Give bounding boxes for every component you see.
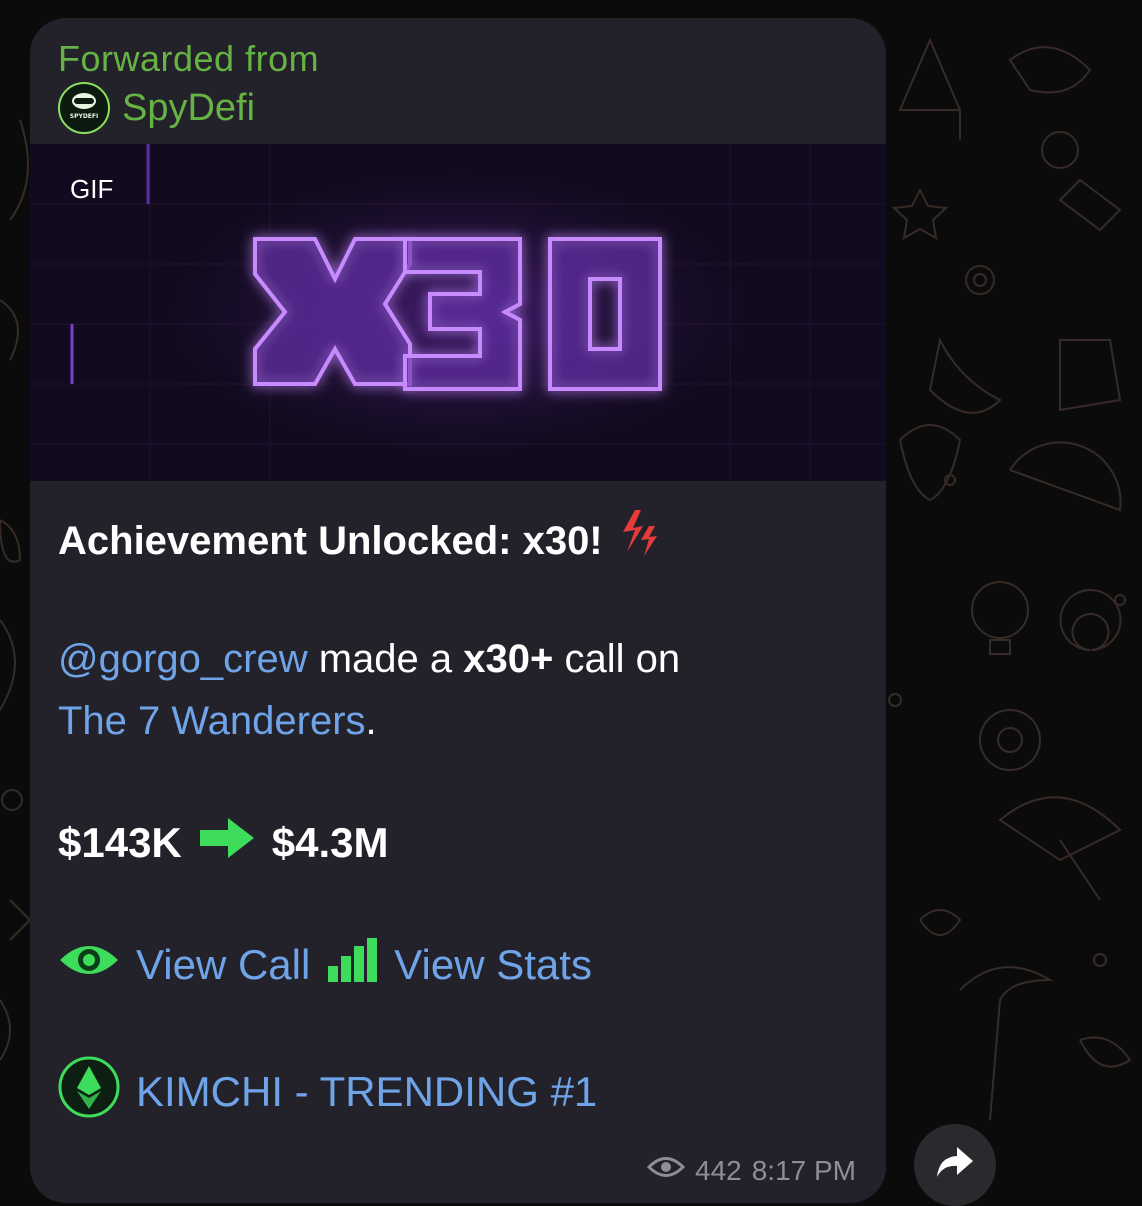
green-arrow-right-icon: [198, 814, 256, 872]
price-to: $4.3M: [271, 819, 389, 866]
headline-text: Achievement Unlocked: x30!: [58, 519, 603, 563]
source-avatar[interactable]: SPYDEFI: [58, 82, 110, 134]
forwarded-label: Forwarded from: [58, 38, 320, 79]
share-arrow-icon: [935, 1145, 975, 1186]
message-bubble[interactable]: Forwarded from SPYDEFI SpyDefi GIF Achie…: [30, 18, 886, 1203]
source-avatar-text: SPYDEFI: [69, 113, 99, 120]
price-from: $143K: [58, 819, 182, 866]
token-period: .: [365, 699, 377, 743]
bar-chart-icon: [326, 936, 378, 994]
view-stats-link[interactable]: View Stats: [326, 936, 592, 994]
view-call-link[interactable]: View Call: [58, 940, 310, 990]
message-meta: 442 8:17 PM: [646, 1154, 856, 1187]
mention-link[interactable]: @gorgo_crew: [58, 637, 308, 681]
headline: Achievement Unlocked: x30!: [58, 508, 858, 574]
share-button[interactable]: [914, 1124, 996, 1206]
message-text: Achievement Unlocked: x30! @gorgo_crew m…: [58, 508, 858, 1128]
message-time: 8:17 PM: [751, 1154, 856, 1186]
action-links: View Call View Stats: [58, 936, 858, 994]
token-link[interactable]: The 7 Wanderers: [58, 699, 366, 743]
eye-icon: [58, 940, 120, 990]
forward-source[interactable]: SPYDEFI SpyDefi: [58, 82, 255, 134]
call-text-2: call on: [553, 637, 681, 681]
source-channel-name[interactable]: SpyDefi: [122, 87, 255, 130]
ethereum-icon: [58, 1056, 120, 1128]
trending-link[interactable]: KIMCHI - TRENDING #1: [58, 1056, 858, 1128]
lightning-icon: [617, 508, 665, 574]
view-stats-label[interactable]: View Stats: [394, 941, 592, 989]
call-multiplier: x30+: [463, 637, 554, 681]
view-call-label[interactable]: View Call: [136, 941, 310, 989]
gif-media[interactable]: GIF: [30, 144, 886, 481]
view-count: 442: [695, 1154, 742, 1186]
gif-preview: [30, 144, 886, 481]
eye-outline-icon: [646, 1154, 686, 1187]
price-change: $143K $4.3M: [58, 814, 858, 872]
call-text-1: made a: [307, 637, 464, 681]
call-paragraph: @gorgo_crew made a x30+ call on The 7 Wa…: [58, 628, 858, 752]
trending-label[interactable]: KIMCHI - TRENDING #1: [136, 1068, 597, 1116]
gif-badge: GIF: [70, 174, 114, 204]
